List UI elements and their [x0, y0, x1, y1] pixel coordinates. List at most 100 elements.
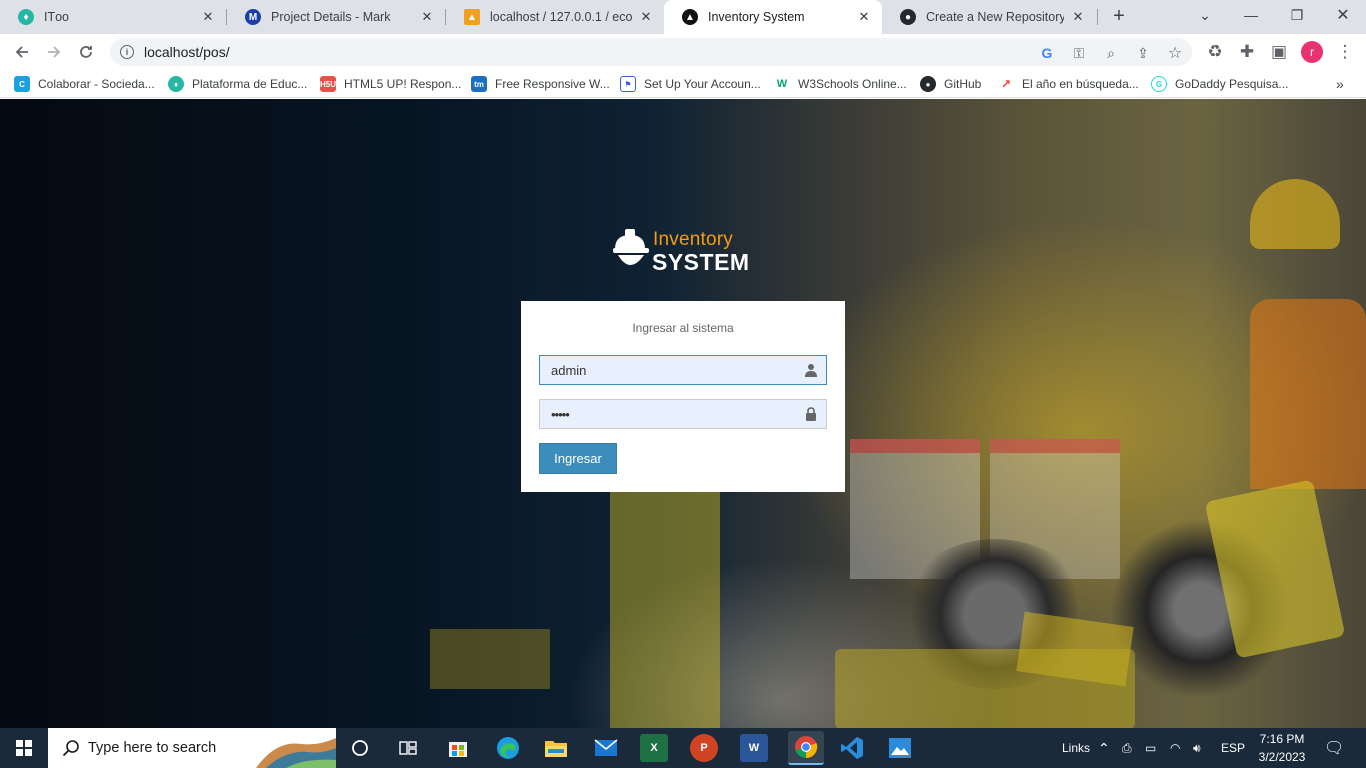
vscode-icon[interactable]: [838, 734, 866, 762]
powerpoint-icon[interactable]: P: [690, 734, 718, 762]
close-window-button[interactable]: ✕: [1320, 0, 1366, 30]
edge-browser-icon[interactable]: [494, 734, 522, 762]
project-favicon-icon: M: [245, 9, 261, 25]
new-tab-button[interactable]: +: [1108, 6, 1130, 27]
tab-search-icon[interactable]: ⌄: [1182, 0, 1228, 30]
windows-logo-icon: [16, 740, 32, 756]
username-input[interactable]: [540, 356, 790, 384]
bookmark-label: GoDaddy Pesquisa...: [1175, 77, 1289, 91]
share-icon[interactable]: ⇪: [1134, 44, 1152, 62]
bookmark-w3-icon: W: [774, 76, 790, 92]
menu-kebab-icon[interactable]: ⋮: [1332, 39, 1358, 65]
github-favicon-icon: ●: [900, 9, 916, 25]
tab-title: Project Details - Mark: [271, 10, 391, 24]
extension-recycle-icon[interactable]: ♻: [1202, 39, 1228, 65]
battery-icon[interactable]: ▭: [1145, 728, 1156, 768]
links-toolbar[interactable]: Links: [1062, 728, 1090, 768]
bookmark-star-icon[interactable]: ☆: [1166, 44, 1184, 62]
password-field[interactable]: [539, 399, 827, 429]
show-hidden-icons-chevron-icon[interactable]: ⌃: [1098, 728, 1110, 768]
tab-title: localhost / 127.0.0.1 / ecomm: [490, 10, 632, 24]
close-tab-icon[interactable]: ✕: [419, 9, 435, 25]
tab-create-repository[interactable]: ● Create a New Repository ✕: [882, 0, 1096, 34]
side-panel-icon[interactable]: ▣: [1266, 39, 1292, 65]
bookmark-setup-account[interactable]: ⚑ Set Up Your Accoun...: [620, 75, 761, 93]
bookmark-free-responsive[interactable]: tm Free Responsive W...: [471, 75, 610, 93]
search-placeholder: Type here to search: [88, 740, 217, 756]
bookmark-label: Set Up Your Accoun...: [644, 77, 761, 91]
bookmark-plataforma[interactable]: ♦ Plataforma de Educ...: [168, 75, 307, 93]
tab-title: Inventory System: [708, 10, 805, 24]
github-icon: ●: [920, 76, 936, 92]
bookmark-html5up[interactable]: H5U HTML5 UP! Respon...: [320, 75, 461, 93]
tray-device-icon[interactable]: ⎙: [1122, 728, 1132, 768]
close-tab-icon[interactable]: ✕: [1070, 9, 1086, 25]
bookmark-ano-busqueda[interactable]: ↗ El año en búsqueda...: [998, 75, 1139, 93]
tab-project-details[interactable]: M Project Details - Mark ✕: [227, 0, 445, 34]
bookmark-github[interactable]: ● GitHub: [920, 75, 981, 93]
login-submit-button[interactable]: Ingresar: [539, 443, 617, 474]
itoo-favicon-icon: ♦: [18, 9, 34, 25]
search-icon: [62, 740, 79, 757]
windows-taskbar: Type here to search X P W Links ⌃ ⎙ ▭ ◠ …: [0, 728, 1366, 768]
reload-icon: [80, 46, 92, 58]
word-icon[interactable]: W: [740, 734, 768, 762]
bookmark-flag-icon: ⚑: [620, 76, 636, 92]
excel-icon[interactable]: X: [640, 734, 668, 762]
username-field[interactable]: [539, 355, 827, 385]
tab-itoo[interactable]: ♦ ITоо ✕: [0, 0, 226, 34]
zoom-icon[interactable]: ⌕: [1102, 44, 1120, 62]
bookmark-label: HTML5 UP! Respon...: [344, 77, 462, 91]
bookmark-tm-icon: tm: [471, 76, 487, 92]
restore-button[interactable]: ❐: [1274, 0, 1320, 30]
back-button[interactable]: [9, 39, 35, 65]
more-bookmarks-icon[interactable]: »: [1336, 75, 1344, 93]
taskbar-search-box[interactable]: Type here to search: [48, 728, 336, 768]
chrome-icon[interactable]: [788, 731, 824, 765]
task-view-icon[interactable]: [394, 734, 422, 762]
profile-avatar[interactable]: r: [1301, 41, 1323, 63]
browser-toolbar: i localhost/pos/ G ⚿ ⌕ ⇪ ☆ ♻ ✚ ▣ r ⋮: [0, 34, 1366, 70]
google-translate-icon[interactable]: G: [1038, 44, 1056, 62]
mail-icon[interactable]: [592, 734, 620, 762]
login-box: Ingresar al sistema Ingresar: [521, 301, 845, 492]
start-button[interactable]: [0, 728, 48, 768]
login-box-message: Ingresar al sistema: [632, 321, 734, 335]
close-tab-icon[interactable]: ✕: [638, 9, 654, 25]
notifications-icon[interactable]: 🗨︎: [1324, 728, 1344, 768]
logo-text-system: SYSTEM: [652, 249, 750, 275]
system-clock[interactable]: 7:16 PM 3/2/2023: [1250, 730, 1314, 766]
bookmark-godaddy[interactable]: G GoDaddy Pesquisa...: [1151, 75, 1288, 93]
tab-phpmyadmin[interactable]: ▲ localhost / 127.0.0.1 / ecomm ✕: [446, 0, 664, 34]
lock-icon: [806, 407, 816, 421]
bookmark-label: Free Responsive W...: [495, 77, 610, 91]
key-icon[interactable]: ⚿: [1070, 44, 1088, 62]
extensions-puzzle-icon[interactable]: ✚: [1234, 39, 1260, 65]
file-explorer-icon[interactable]: [542, 734, 570, 762]
helmet-logo-icon: [613, 229, 649, 265]
close-tab-icon[interactable]: ✕: [200, 9, 216, 25]
phpmyadmin-favicon-icon: ▲: [464, 9, 480, 25]
wifi-icon[interactable]: ◠: [1170, 728, 1180, 768]
bookmark-label: Colaborar - Socieda...: [38, 77, 155, 91]
forward-button[interactable]: [41, 39, 67, 65]
language-indicator[interactable]: ESP: [1221, 728, 1245, 768]
search-highlight-image-icon: [256, 738, 336, 768]
bookmark-colaborar[interactable]: C Colaborar - Socieda...: [14, 75, 155, 93]
logo-text-inventory: Inventory: [653, 229, 733, 250]
task-view-cortana-icon[interactable]: [346, 734, 374, 762]
volume-icon[interactable]: 🔊︎: [1193, 728, 1201, 768]
tab-title: Create a New Repository: [926, 10, 1064, 24]
address-bar[interactable]: i localhost/pos/ G ⚿ ⌕ ⇪ ☆: [110, 38, 1192, 66]
bookmark-label: El año en búsqueda...: [1022, 77, 1139, 91]
photos-icon[interactable]: [886, 734, 914, 762]
microsoft-store-icon[interactable]: [444, 734, 472, 762]
bookmark-label: Plataforma de Educ...: [192, 77, 308, 91]
bookmark-w3schools[interactable]: W W3Schools Online...: [774, 75, 907, 93]
close-tab-icon[interactable]: ✕: [856, 9, 872, 25]
tab-inventory-system[interactable]: ▲ Inventory System ✕: [664, 0, 882, 34]
minimize-button[interactable]: —: [1228, 0, 1274, 30]
reload-button[interactable]: [73, 39, 99, 65]
password-input[interactable]: [540, 400, 790, 428]
site-info-icon[interactable]: i: [120, 45, 134, 59]
